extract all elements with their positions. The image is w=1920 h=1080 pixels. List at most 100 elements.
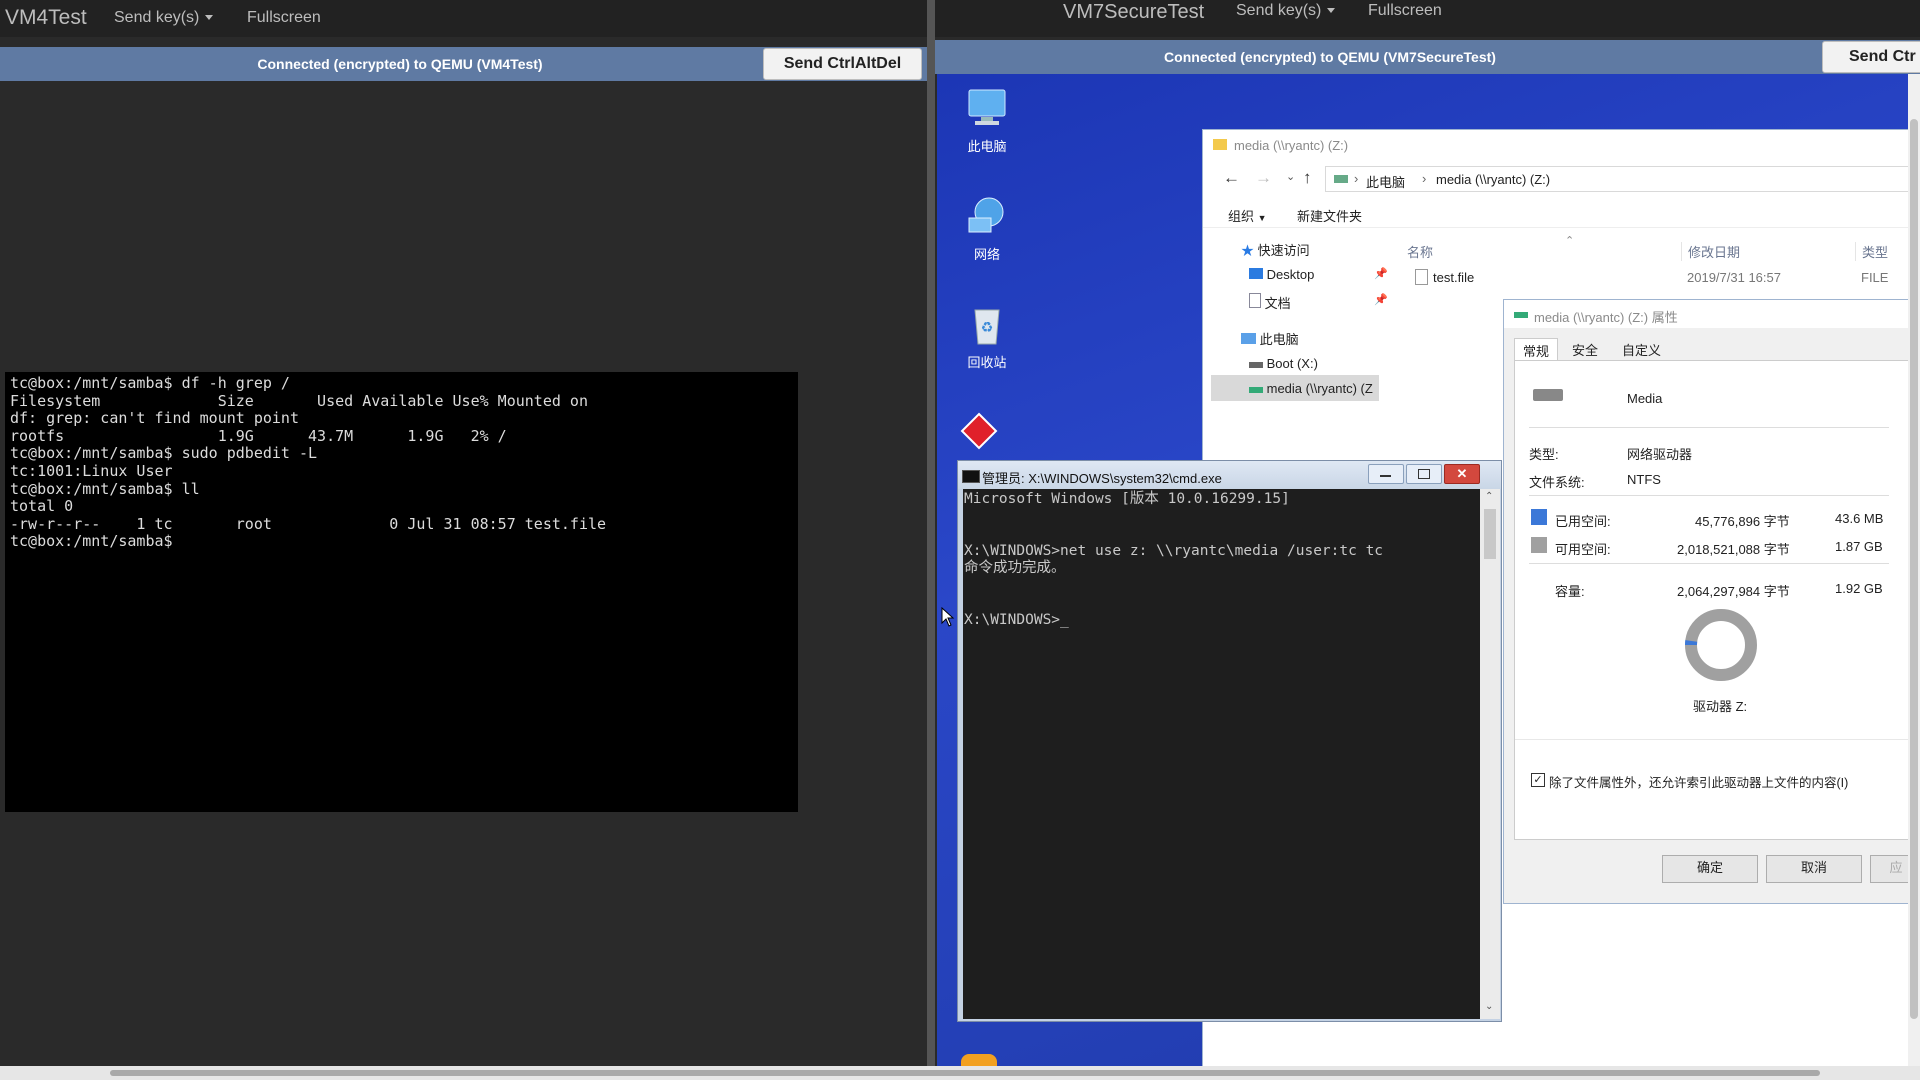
organize-button[interactable]: 组织 ▼ bbox=[1228, 206, 1267, 225]
network-drive-icon bbox=[1334, 175, 1348, 183]
terminal-line: tc:1001:Linux User bbox=[10, 461, 173, 480]
scroll-thumb[interactable] bbox=[1484, 509, 1496, 559]
cmd-scrollbar[interactable]: ⌃ ⌄ bbox=[1480, 489, 1500, 1019]
right-send-keys-menu[interactable]: Send key(s) bbox=[1236, 2, 1336, 20]
column-name[interactable]: 名称 bbox=[1407, 242, 1433, 261]
capacity-label: 容量: bbox=[1555, 584, 1585, 599]
left-brand[interactable]: VM4Test bbox=[5, 6, 87, 30]
nav-item-documents[interactable]: 文档 📌 bbox=[1249, 293, 1389, 312]
free-label: 可用空间: bbox=[1555, 542, 1611, 557]
ok-button[interactable]: 确定 bbox=[1662, 855, 1758, 883]
explorer-titlebar[interactable]: media (\\ryantc) (Z:) bbox=[1203, 130, 1908, 160]
computer-icon bbox=[968, 89, 1006, 125]
column-modified[interactable]: 修改日期 bbox=[1681, 242, 1740, 261]
breadcrumb-media[interactable]: media (\\ryantc) (Z:) bbox=[1436, 172, 1550, 187]
terminal-line: rootfs 1.9G 43.7M 1.9G 2% / bbox=[10, 426, 507, 445]
minimize-icon bbox=[1380, 475, 1391, 477]
properties-dialog[interactable]: media (\\ryantc) (Z:) 属性 常规 安全 自定义 Media… bbox=[1503, 299, 1908, 904]
left-send-ctrlaltdel-button[interactable]: Send CtrlAltDel bbox=[763, 48, 922, 80]
cmd-window[interactable]: 管理员: X:\WINDOWS\system32\cmd.exe ✕ Micro… bbox=[957, 460, 1502, 1022]
right-vertical-scrollbar[interactable] bbox=[1908, 74, 1920, 1066]
nav-item-boot[interactable]: Boot (X:) bbox=[1249, 356, 1318, 371]
cmd-icon bbox=[962, 470, 980, 483]
index-checkbox-label: 除了文件属性外，还允许索引此驱动器上文件的内容(I) bbox=[1549, 776, 1849, 790]
properties-general-panel: Media 类型: 网络驱动器 文件系统: NTFS 已用空间: 45,776,… bbox=[1514, 360, 1908, 840]
cancel-button[interactable]: 取消 bbox=[1766, 855, 1862, 883]
desktop-icon-recycle-bin[interactable]: ♻ 回收站 bbox=[952, 300, 1022, 371]
pin-icon: 📌 bbox=[1374, 294, 1388, 306]
forward-arrow-icon[interactable]: → bbox=[1255, 168, 1272, 188]
column-type[interactable]: 类型 bbox=[1855, 242, 1888, 261]
right-top-navbar: VM7SecureTest Send key(s) Fullscreen bbox=[935, 0, 1920, 37]
nav-item-this-pc[interactable]: 此电脑 bbox=[1241, 329, 1299, 348]
right-fullscreen-link[interactable]: Fullscreen bbox=[1368, 2, 1442, 20]
left-send-keys-menu[interactable]: Send key(s) bbox=[114, 9, 214, 27]
right-send-ctrlaltdel-button[interactable]: Send Ctr bbox=[1822, 41, 1920, 73]
breadcrumb-separator: › bbox=[1422, 171, 1427, 186]
file-list-header: 名称 ⌃ 修改日期 类型 bbox=[1403, 235, 1908, 261]
windows-desktop[interactable]: 此电脑 网络 ♻ 回收站 media (\\ryantc) (Z:) ← → ⌄… bbox=[937, 74, 1908, 1066]
sort-up-icon: ⌃ bbox=[1565, 235, 1575, 247]
maximize-button[interactable] bbox=[1406, 464, 1442, 484]
address-bar[interactable]: › 此电脑 › media (\\ryantc) (Z:) bbox=[1325, 166, 1908, 192]
cmd-console[interactable]: Microsoft Windows [版本 10.0.16299.15] X:\… bbox=[963, 489, 1480, 1019]
right-status-text: Connected (encrypted) to QEMU (VM7Secure… bbox=[1164, 49, 1496, 65]
desktop-app-icon[interactable] bbox=[961, 1054, 997, 1066]
horizontal-scroll-thumb[interactable] bbox=[110, 1070, 1820, 1076]
terminal-line: tc@box:/mnt/samba$ ll bbox=[10, 479, 200, 498]
terminal-line: df: grep: can't find mount point bbox=[10, 409, 299, 428]
network-drive-icon bbox=[1249, 387, 1263, 393]
desktop-icon-label: 回收站 bbox=[967, 356, 1007, 371]
breadcrumb-this-pc[interactable]: 此电脑 bbox=[1366, 172, 1405, 191]
folder-icon bbox=[1213, 139, 1227, 150]
nav-item-media[interactable]: media (\\ryantc) (Z bbox=[1211, 375, 1379, 401]
file-name: test.file bbox=[1433, 270, 1475, 285]
terminal-line: total 0 bbox=[10, 497, 74, 516]
nav-item-label: media (\\ryantc) (Z bbox=[1266, 381, 1373, 396]
desktop-icon-network[interactable]: 网络 bbox=[952, 192, 1022, 263]
desktop-app-icon[interactable] bbox=[960, 412, 998, 450]
tab-security[interactable]: 安全 bbox=[1564, 338, 1606, 361]
up-arrow-icon[interactable]: ↑ bbox=[1303, 168, 1312, 188]
terminal-line: tc@box:/mnt/samba$ df -h grep / bbox=[10, 374, 290, 392]
minimize-button[interactable] bbox=[1368, 464, 1404, 484]
file-modified: 2019/7/31 16:57 bbox=[1687, 270, 1781, 285]
left-vnc-screen[interactable]: tc@box:/mnt/samba$ df -h grep / Filesyste… bbox=[0, 81, 927, 1066]
pane-divider[interactable] bbox=[927, 0, 935, 1066]
right-status-bar: Connected (encrypted) to QEMU (VM7Secure… bbox=[935, 40, 1920, 74]
nav-item-quick-access[interactable]: ★ 快速访问 bbox=[1241, 240, 1310, 259]
left-fullscreen-link[interactable]: Fullscreen bbox=[247, 9, 321, 27]
file-type: FILE bbox=[1861, 270, 1889, 285]
free-bytes: 2,018,521,088 字节 bbox=[1677, 542, 1790, 557]
right-brand[interactable]: VM7SecureTest bbox=[1063, 1, 1204, 24]
nav-item-label: Boot (X:) bbox=[1266, 356, 1318, 371]
index-checkbox[interactable]: ✓ bbox=[1531, 773, 1545, 787]
cmd-titlebar[interactable]: 管理员: X:\WINDOWS\system32\cmd.exe ✕ bbox=[958, 461, 1501, 489]
left-terminal[interactable]: tc@box:/mnt/samba$ df -h grep / Filesyste… bbox=[5, 372, 798, 812]
terminal-line: Filesystem Size Used Available Use% Moun… bbox=[10, 391, 588, 410]
volume-name: Media bbox=[1627, 391, 1663, 406]
nav-item-desktop[interactable]: Desktop 📌 bbox=[1249, 267, 1389, 282]
nav-item-label: 快速访问 bbox=[1257, 243, 1310, 258]
usage-donut bbox=[1685, 609, 1757, 681]
desktop-icon-this-pc[interactable]: 此电脑 bbox=[952, 84, 1022, 155]
nav-item-label: 文档 bbox=[1264, 296, 1291, 311]
explorer-toolbar: 组织 ▼ 新建文件夹 bbox=[1203, 198, 1908, 228]
chevron-down-icon bbox=[205, 15, 214, 21]
properties-titlebar[interactable]: media (\\ryantc) (Z:) 属性 bbox=[1504, 300, 1908, 328]
desktop-folder-icon bbox=[1249, 268, 1263, 279]
pin-icon: 📌 bbox=[1374, 268, 1388, 280]
file-row[interactable]: test.file 2019/7/31 16:57 FILE bbox=[1403, 267, 1908, 289]
free-size: 1.87 GB bbox=[1835, 539, 1883, 554]
new-folder-button[interactable]: 新建文件夹 bbox=[1297, 206, 1362, 225]
left-top-navbar: VM4Test Send key(s) Fullscreen bbox=[0, 0, 927, 37]
desktop-icon-label: 此电脑 bbox=[967, 140, 1007, 155]
tab-customize[interactable]: 自定义 bbox=[1614, 338, 1669, 361]
recent-chevron-icon[interactable]: ⌄ bbox=[1286, 170, 1295, 183]
free-swatch bbox=[1531, 537, 1547, 553]
back-arrow-icon[interactable]: ← bbox=[1223, 168, 1240, 188]
tab-general[interactable]: 常规 bbox=[1514, 338, 1559, 362]
close-button[interactable]: ✕ bbox=[1444, 464, 1480, 484]
apply-button[interactable]: 应 bbox=[1870, 855, 1908, 883]
horizontal-scrollbar[interactable] bbox=[0, 1066, 1920, 1080]
